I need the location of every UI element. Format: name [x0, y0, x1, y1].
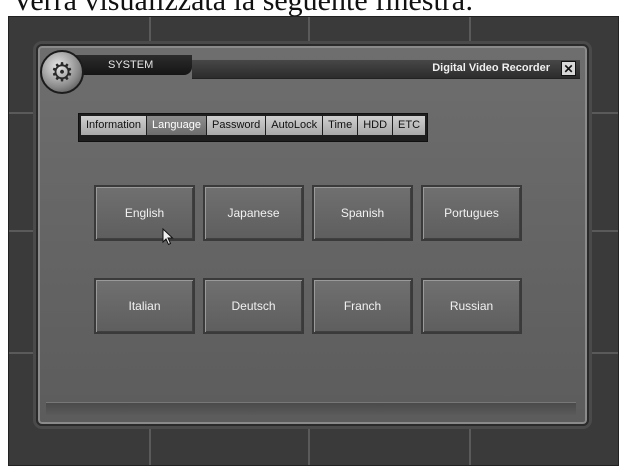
tab-etc[interactable]: ETC — [393, 116, 426, 135]
language-spanish-button[interactable]: Spanish — [312, 185, 413, 241]
gear-icon[interactable]: ⚙ — [40, 50, 84, 94]
tab-language[interactable]: Language — [147, 116, 206, 135]
language-english-button[interactable]: English — [94, 185, 195, 241]
tab-autolock[interactable]: AutoLock — [266, 116, 323, 135]
settings-tab-bar: Information Language Password AutoLock T… — [78, 113, 429, 142]
tab-information[interactable]: Information — [81, 116, 147, 135]
language-deutsch-button[interactable]: Deutsch — [203, 278, 304, 334]
close-icon[interactable]: ✕ — [561, 61, 576, 76]
tab-time[interactable]: Time — [323, 116, 358, 135]
language-japanese-button[interactable]: Japanese — [203, 185, 304, 241]
page-caption: Verrà visualizzata la seguente finestra: — [0, 0, 623, 16]
window-footer — [46, 402, 576, 415]
language-franch-button[interactable]: Franch — [312, 278, 413, 334]
language-russian-button[interactable]: Russian — [421, 278, 522, 334]
language-portugues-button[interactable]: Portugues — [421, 185, 522, 241]
tab-hdd[interactable]: HDD — [358, 116, 393, 135]
system-label: SYSTEM — [72, 55, 192, 75]
tab-password[interactable]: Password — [206, 116, 266, 135]
language-grid: English Japanese Spanish Portugues Itali… — [94, 185, 522, 334]
mouse-pointer-icon — [162, 228, 174, 246]
title-bar: Digital Video Recorder ✕ — [192, 60, 580, 79]
language-italian-button[interactable]: Italian — [94, 278, 195, 334]
app-title: Digital Video Recorder — [432, 62, 550, 74]
